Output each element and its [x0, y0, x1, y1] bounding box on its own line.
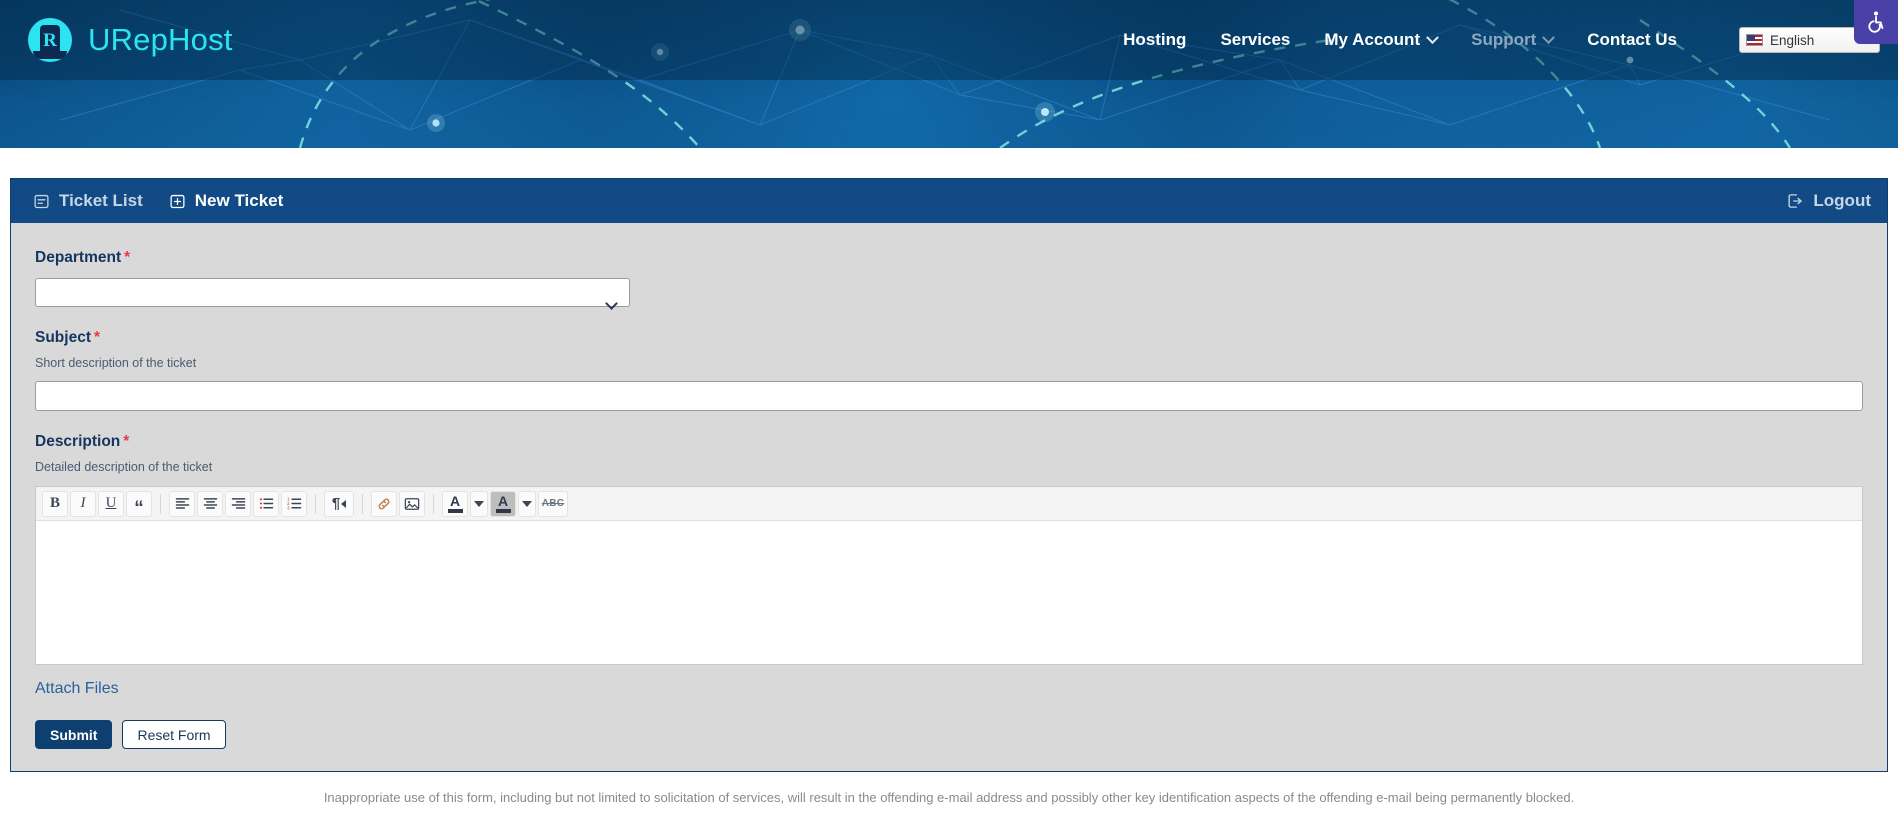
bullet-list-icon[interactable] [253, 490, 279, 517]
ticket-panel: Ticket List New Ticket Logout Department… [10, 178, 1888, 772]
logout-button[interactable]: Logout [1786, 191, 1871, 211]
form-actions: Submit Reset Form [35, 720, 1863, 749]
top-navigation: R URepHost Hosting Services My Account S… [0, 0, 1898, 80]
reset-form-button[interactable]: Reset Form [122, 720, 226, 749]
description-label-text: Description [35, 433, 121, 450]
image-icon[interactable] [399, 490, 425, 517]
footer-disclaimer: Inappropriate use of this form, includin… [323, 790, 1575, 805]
nav-item-label: My Account [1324, 30, 1421, 49]
nav-item-label: Hosting [1123, 30, 1187, 49]
tab-label: New Ticket [194, 191, 284, 210]
language-label: English [1770, 32, 1815, 48]
department-label-text: Department [35, 249, 122, 266]
nav-menu: Hosting Services My Account Support Cont… [1123, 27, 1880, 53]
required-marker: * [93, 329, 101, 346]
department-select[interactable] [35, 278, 630, 307]
description-editor-body[interactable] [36, 521, 1862, 664]
numbered-list-icon[interactable]: 1 2 3 [281, 490, 307, 517]
department-select-wrap [35, 278, 630, 310]
logout-label: Logout [1813, 191, 1871, 210]
nav-item-contact-us[interactable]: Contact Us [1587, 30, 1677, 50]
nav-item-hosting[interactable]: Hosting [1123, 30, 1186, 50]
panel-header-right: Logout [1786, 191, 1871, 211]
subject-label: Subject * [35, 329, 1863, 347]
nav-item-label: Contact Us [1587, 30, 1677, 49]
font-color-dropdown-icon[interactable] [470, 490, 488, 517]
department-label: Department * [35, 249, 1863, 267]
submit-button[interactable]: Submit [35, 720, 113, 749]
highlight-color-dropdown-icon[interactable] [518, 490, 536, 517]
brand-logo[interactable]: R URepHost [28, 18, 233, 62]
accessibility-button[interactable] [1854, 0, 1898, 44]
align-right-icon[interactable] [225, 490, 251, 517]
subject-help-text: Short description of the ticket [35, 356, 197, 370]
us-flag-icon [1746, 34, 1763, 46]
plus-box-icon [170, 194, 185, 208]
toolbar-divider [160, 493, 161, 514]
link-icon[interactable] [371, 490, 397, 517]
svg-text:3: 3 [287, 505, 290, 510]
chevron-down-icon [1426, 30, 1439, 44]
hero-banner: R URepHost Hosting Services My Account S… [0, 0, 1898, 148]
brand-name: URepHost [88, 22, 233, 57]
highlight-color-icon[interactable]: A [490, 490, 516, 517]
italic-icon[interactable]: I [70, 490, 96, 517]
required-marker: * [124, 249, 131, 266]
font-color-icon[interactable]: A [442, 490, 468, 517]
nav-item-support[interactable]: Support [1471, 30, 1556, 50]
urephost-circle-r-logo-icon: R [28, 18, 72, 62]
text-direction-rtl-icon[interactable]: ¶ [324, 490, 354, 517]
tab-new-ticket[interactable]: New Ticket [169, 191, 284, 211]
nav-item-my-account[interactable]: My Account [1324, 30, 1439, 50]
chevron-down-icon [1542, 30, 1556, 44]
panel-body: Department * Subject * Short description o… [11, 223, 1887, 771]
nav-item-label: Support [1471, 30, 1537, 49]
accessibility-wheelchair-icon [1868, 11, 1884, 33]
editor-toolbar: B I U “ 1 2 3 ¶ A A ABC [36, 487, 1862, 521]
align-center-icon[interactable] [197, 490, 223, 517]
nav-item-label: Services [1220, 30, 1291, 49]
toolbar-divider [362, 493, 363, 514]
strikethrough-icon[interactable]: ABC [538, 490, 568, 517]
tab-ticket-list[interactable]: Ticket List [33, 191, 143, 211]
nav-item-services[interactable]: Services [1220, 30, 1290, 50]
attach-files-link[interactable]: Attach Files [35, 680, 119, 698]
blockquote-icon[interactable]: “ [126, 490, 152, 518]
underline-icon[interactable]: U [98, 490, 124, 517]
description-label: Description * [35, 433, 1863, 451]
panel-header: Ticket List New Ticket Logout [11, 179, 1887, 223]
description-help-text: Detailed description of the ticket [35, 460, 213, 474]
required-marker: * [123, 433, 130, 450]
list-box-icon [34, 194, 49, 208]
sign-out-icon [1788, 194, 1803, 208]
toolbar-divider [433, 493, 434, 514]
subject-label-text: Subject [35, 329, 91, 346]
bold-icon[interactable]: B [42, 490, 68, 517]
rich-text-editor: B I U “ 1 2 3 ¶ A A ABC [35, 486, 1863, 665]
align-left-icon[interactable] [169, 490, 195, 517]
tab-label: Ticket List [59, 191, 143, 210]
toolbar-divider [315, 493, 316, 514]
subject-input[interactable] [35, 381, 1863, 411]
